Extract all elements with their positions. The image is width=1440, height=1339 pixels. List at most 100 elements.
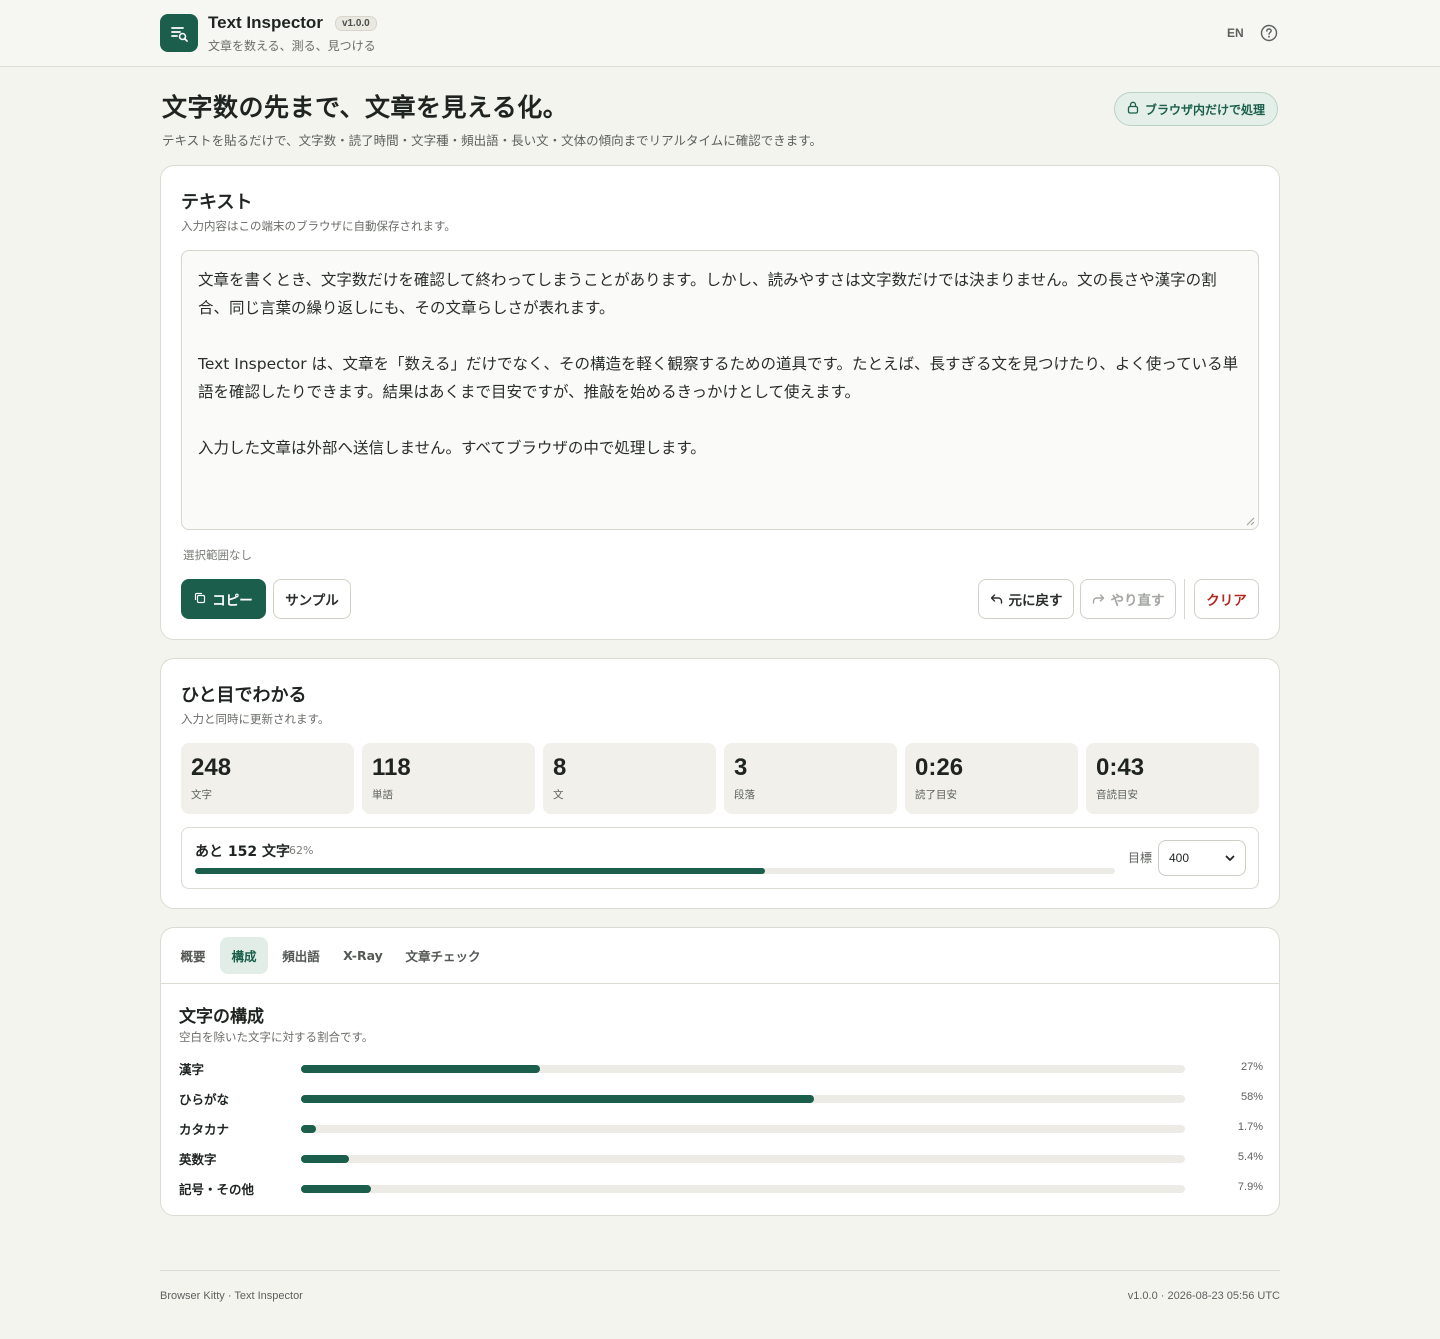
composition-row: 英数字 5.4% bbox=[179, 1149, 1263, 1169]
composition-label: ひらがな bbox=[179, 1092, 230, 1107]
text-input-area[interactable]: 文章を書くとき、文字数だけを確認して終わってしまうことがあります。しかし、読みや… bbox=[181, 250, 1259, 530]
text-paragraph: 文章を書くとき、文字数だけを確認して終わってしまうことがあります。しかし、読みや… bbox=[198, 271, 1217, 317]
copy-button-label: コピー bbox=[212, 593, 253, 608]
goal-target-select[interactable]: 400 bbox=[1158, 840, 1246, 876]
text-paragraph: Text Inspector は、文章を「数える」だけでなく、その構造を軽く観察… bbox=[198, 355, 1239, 401]
undo-button[interactable]: 元に戻す bbox=[978, 579, 1074, 619]
stat-characters: 248 文字 bbox=[181, 743, 354, 814]
help-circle-icon[interactable] bbox=[1260, 24, 1278, 42]
tab-composition[interactable]: 構成 bbox=[220, 937, 268, 974]
stat-label: 文 bbox=[553, 789, 564, 801]
stat-label: 文字 bbox=[191, 789, 212, 801]
composition-value: 58% bbox=[1240, 1091, 1263, 1103]
undo-icon bbox=[990, 592, 1003, 607]
sample-button-label: サンプル bbox=[285, 593, 339, 608]
tab-frequent-words[interactable]: 頻出語 bbox=[273, 937, 329, 974]
goal-target-label: 目標 bbox=[1128, 851, 1153, 865]
editor-description: 入力内容はこの端末のブラウザに自動保存されます。 bbox=[181, 219, 456, 233]
copy-icon bbox=[194, 592, 206, 607]
version-badge: v1.0.0 bbox=[334, 15, 377, 31]
stat-value: 0:26 bbox=[915, 754, 964, 781]
composition-fill bbox=[301, 1065, 540, 1073]
goal-target-value: 400 bbox=[1169, 851, 1190, 865]
clear-button[interactable]: クリア bbox=[1194, 579, 1259, 619]
composition-track bbox=[301, 1155, 1185, 1163]
tab-xray[interactable]: X-Ray bbox=[337, 937, 389, 974]
stat-speaking-time: 0:43 音読目安 bbox=[1086, 743, 1259, 814]
composition-track bbox=[301, 1125, 1185, 1133]
clear-button-label: クリア bbox=[1206, 593, 1247, 608]
composition-fill bbox=[301, 1125, 317, 1133]
resize-handle-icon[interactable] bbox=[1246, 517, 1255, 526]
text-paragraph: 入力した文章は外部へ送信しません。すべてブラウザの中で処理します。 bbox=[198, 439, 706, 457]
page-title: 文字数の先まで、文章を見える化。 bbox=[162, 93, 569, 122]
composition-label: カタカナ bbox=[179, 1122, 230, 1137]
stat-words: 118 単語 bbox=[362, 743, 535, 814]
undo-button-label: 元に戻す bbox=[1008, 593, 1063, 608]
footer-version: v1.0.0 · 2026-08-23 05:56 UTC bbox=[1127, 1290, 1280, 1302]
stats-description: 入力と同時に更新されます。 bbox=[181, 712, 330, 726]
composition-description: 空白を除いた文字に対する割合です。 bbox=[179, 1030, 374, 1044]
composition-track bbox=[301, 1185, 1185, 1193]
text-editor-card: テキスト 入力内容はこの端末のブラウザに自動保存されます。 文章を書くとき、文字… bbox=[160, 165, 1280, 640]
composition-label: 英数字 bbox=[179, 1152, 217, 1167]
composition-row: ひらがな 58% bbox=[179, 1089, 1263, 1109]
brand[interactable]: Text Inspector v1.0.0 文章を数える、測る、見つける bbox=[160, 14, 377, 54]
stat-label: 読了目安 bbox=[915, 789, 957, 801]
goal-progress-fill bbox=[195, 868, 766, 874]
redo-button-label: やり直す bbox=[1110, 593, 1165, 608]
app-title: Text Inspector bbox=[208, 13, 323, 32]
stat-value: 248 bbox=[191, 754, 232, 781]
editor-title: テキスト bbox=[181, 192, 253, 213]
chevron-down-icon bbox=[1225, 851, 1235, 865]
top-bar: Text Inspector v1.0.0 文章を数える、測る、見つける EN bbox=[0, 0, 1440, 67]
app-tagline: 文章を数える、測る、見つける bbox=[208, 39, 376, 53]
goal-progress: あと 152 文字 62% 目標 400 bbox=[181, 827, 1259, 889]
goal-remaining: あと 152 文字 bbox=[195, 844, 290, 860]
composition-title: 文字の構成 bbox=[179, 1007, 264, 1027]
composition-value: 7.9% bbox=[1237, 1181, 1263, 1193]
stat-sentences: 8 文 bbox=[543, 743, 716, 814]
goal-progress-track bbox=[195, 868, 1115, 874]
goal-percent: 62% bbox=[289, 844, 314, 857]
stat-label: 段落 bbox=[734, 789, 755, 801]
redo-button[interactable]: やり直す bbox=[1080, 579, 1176, 619]
stat-value: 3 bbox=[734, 754, 748, 781]
stat-value: 0:43 bbox=[1096, 754, 1145, 781]
analysis-card: 概要 構成 頻出語 X-Ray 文章チェック 文字の構成 空白を除いた文字に対す… bbox=[160, 927, 1280, 1216]
stat-label: 音読目安 bbox=[1096, 789, 1138, 801]
composition-value: 1.7% bbox=[1237, 1121, 1263, 1133]
stat-value: 8 bbox=[553, 754, 567, 781]
button-divider bbox=[1184, 579, 1185, 619]
sample-button[interactable]: サンプル bbox=[273, 579, 351, 619]
stat-label: 単語 bbox=[372, 789, 393, 801]
composition-label: 漢字 bbox=[179, 1062, 205, 1077]
footer-divider bbox=[160, 1270, 1280, 1271]
composition-fill bbox=[301, 1095, 814, 1103]
tab-overview[interactable]: 概要 bbox=[171, 937, 215, 974]
privacy-badge: ブラウザ内だけで処理 bbox=[1114, 92, 1278, 126]
footer-credit: Browser Kitty · Text Inspector bbox=[160, 1290, 303, 1302]
composition-row: 漢字 27% bbox=[179, 1059, 1263, 1079]
analysis-tabs: 概要 構成 頻出語 X-Ray 文章チェック bbox=[161, 928, 1279, 984]
lock-icon bbox=[1127, 101, 1139, 117]
composition-value: 27% bbox=[1240, 1061, 1263, 1073]
composition-fill bbox=[301, 1185, 371, 1193]
copy-button[interactable]: コピー bbox=[181, 579, 266, 619]
redo-icon bbox=[1092, 592, 1105, 607]
page-subtitle: テキストを貼るだけで、文字数・読了時間・文字種・頻出語・長い文・文体の傾向までリ… bbox=[162, 133, 823, 148]
language-toggle[interactable]: EN bbox=[1227, 26, 1244, 40]
composition-row: 記号・その他 7.9% bbox=[179, 1179, 1263, 1199]
text-search-icon bbox=[160, 14, 198, 52]
stat-reading-time: 0:26 読了目安 bbox=[905, 743, 1078, 814]
composition-track bbox=[301, 1095, 1185, 1103]
privacy-badge-label: ブラウザ内だけで処理 bbox=[1144, 102, 1265, 117]
composition-row: カタカナ 1.7% bbox=[179, 1119, 1263, 1139]
composition-value: 5.4% bbox=[1237, 1151, 1263, 1163]
composition-label: 記号・その他 bbox=[179, 1182, 255, 1197]
stat-paragraphs: 3 段落 bbox=[724, 743, 897, 814]
tab-writing-check[interactable]: 文章チェック bbox=[399, 937, 487, 974]
stat-value: 118 bbox=[372, 754, 411, 781]
composition-fill bbox=[301, 1155, 349, 1163]
stats-card: ひと目でわかる 入力と同時に更新されます。 248 文字 118 単語 8 文 … bbox=[160, 658, 1280, 909]
